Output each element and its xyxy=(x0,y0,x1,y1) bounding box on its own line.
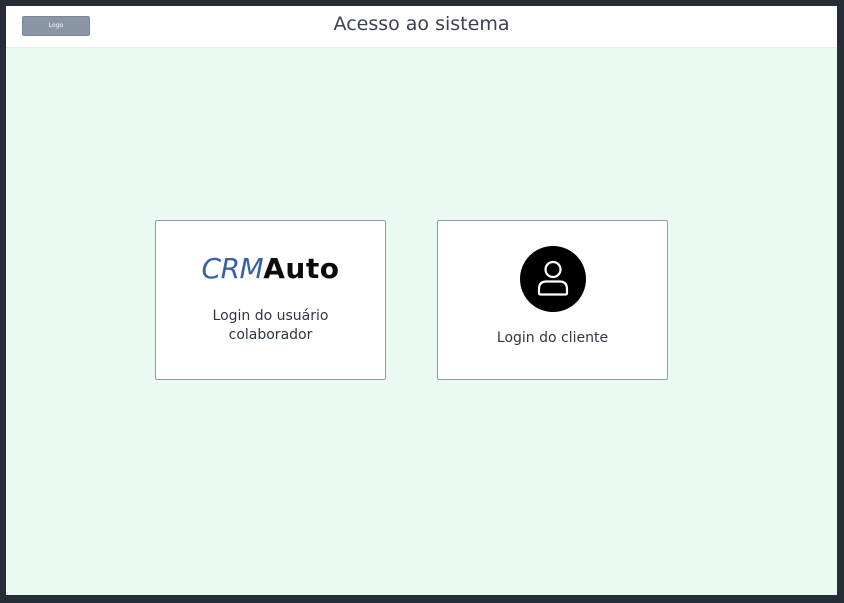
app-screen: Logo Acesso ao sistema CRMAuto Login do … xyxy=(6,6,837,595)
brand-prefix: CRM xyxy=(201,252,264,285)
top-bar: Logo Acesso ao sistema xyxy=(6,6,837,48)
crm-auto-logo: CRMAuto xyxy=(156,251,385,287)
employee-login-card[interactable]: CRMAuto Login do usuário colaborador xyxy=(155,220,386,380)
page-title: Acesso ao sistema xyxy=(333,13,510,35)
client-login-card[interactable]: Login do cliente xyxy=(437,220,668,380)
brand-suffix: Auto xyxy=(263,252,340,285)
employee-login-label: Login do usuário colaborador xyxy=(212,308,329,343)
user-icon xyxy=(520,246,586,312)
client-login-label: Login do cliente xyxy=(496,330,609,346)
